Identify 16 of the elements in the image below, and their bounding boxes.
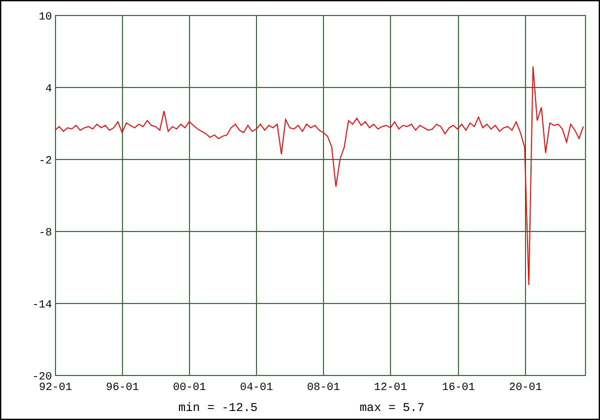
x-tick-label: 00-01 xyxy=(173,382,206,394)
min-label: min = -12.5 xyxy=(178,401,258,415)
y-tick-label: 4 xyxy=(45,84,52,96)
x-tick-label: 96-01 xyxy=(106,382,139,394)
x-tick-label: 92-01 xyxy=(39,382,72,394)
y-tick-label: -14 xyxy=(32,300,52,312)
x-tick-label: 16-01 xyxy=(442,382,475,394)
x-tick-label: 20-01 xyxy=(509,382,542,394)
x-tick-label: 08-01 xyxy=(307,382,340,394)
y-tick-label: 10 xyxy=(38,12,52,24)
y-tick-label: -20 xyxy=(32,372,52,384)
max-label: max = 5.7 xyxy=(360,401,424,415)
y-tick-label: -8 xyxy=(38,228,52,240)
x-tick-label: 04-01 xyxy=(240,382,273,394)
y-tick-label: -2 xyxy=(38,156,52,168)
x-tick-label: 12-01 xyxy=(374,382,407,394)
